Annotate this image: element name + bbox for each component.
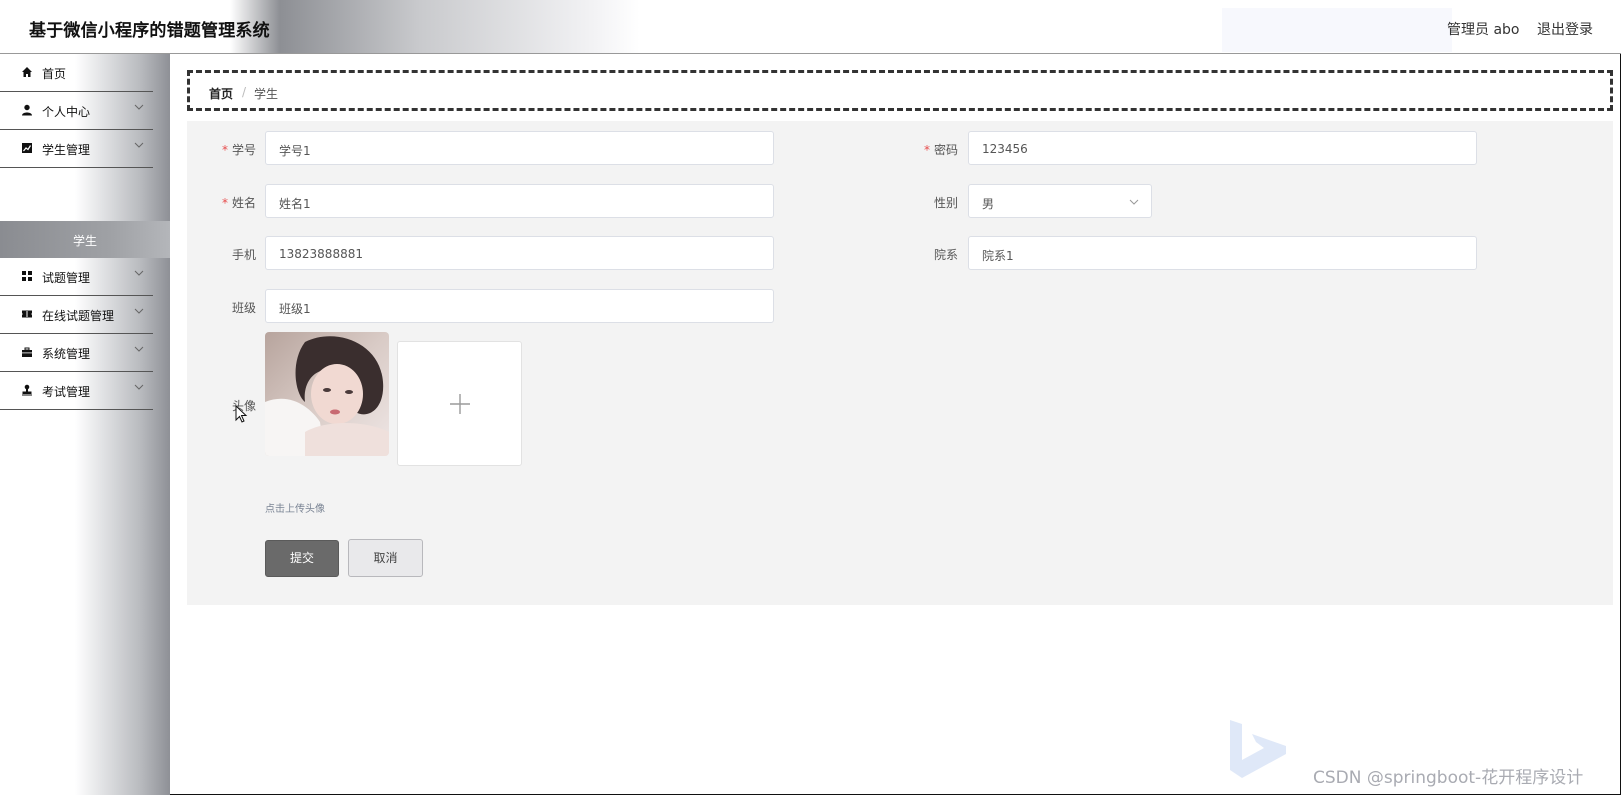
name-label: * 姓名 <box>221 196 256 210</box>
briefcase-icon <box>22 347 32 357</box>
ticket-icon <box>22 310 32 318</box>
sidebar-subitem-label: 学生 <box>73 234 98 248</box>
gender-select[interactable]: 男 <box>968 184 1152 218</box>
sidebar-item-personal-center[interactable]: 个人中心 <box>0 92 153 130</box>
avatar-upload-hint: 点击上传头像 <box>265 504 325 515</box>
sidebar-subitem-student[interactable]: 学生 <box>0 221 170 258</box>
student-no-label: * 学号 <box>221 143 256 157</box>
sidebar-item-label: 系统管理 <box>42 347 91 361</box>
chevron-down-icon <box>134 270 144 276</box>
chevron-down-icon <box>134 308 144 314</box>
header-blank-area <box>1222 8 1452 52</box>
chevron-down-icon <box>134 384 144 390</box>
top-header: 基于微信小程序的错题管理系统 管理员 abo 退出登录 <box>0 0 1621 54</box>
user-icon <box>22 104 32 116</box>
sidebar-item-label: 首页 <box>42 67 67 81</box>
department-input[interactable]: 院系1 <box>968 236 1477 270</box>
password-input[interactable]: 123456 <box>968 131 1477 165</box>
mouse-pointer-icon <box>235 405 248 423</box>
student-no-input[interactable]: 学号1 <box>265 131 774 165</box>
bing-logo-icon <box>1230 720 1286 778</box>
sidebar: 首页 个人中心 学生管理 学生 试题管理 在线试题管理 系统管理 考试管理 <box>0 54 170 795</box>
password-label: * 密码 <box>923 143 958 157</box>
sidebar-item-label: 试题管理 <box>42 271 91 285</box>
avatar-upload-button[interactable] <box>397 341 522 466</box>
required-mark: * <box>923 143 930 157</box>
stamp-icon <box>22 384 32 396</box>
sidebar-item-label: 个人中心 <box>42 105 91 119</box>
chevron-down-icon <box>134 104 144 110</box>
phone-label: 手机 <box>231 248 256 262</box>
breadcrumb-separator: / <box>242 85 247 99</box>
gender-label: 性别 <box>933 196 958 210</box>
department-label: 院系 <box>933 248 958 262</box>
csdn-watermark: CSDN @springboot-花开程序设计 <box>1313 768 1584 788</box>
sidebar-item-question-management[interactable]: 试题管理 <box>0 258 153 296</box>
phone-input[interactable]: 13823888881 <box>265 236 774 270</box>
sidebar-item-home[interactable]: 首页 <box>0 54 153 92</box>
class-input[interactable]: 班级1 <box>265 289 774 323</box>
sidebar-item-label: 在线试题管理 <box>42 309 115 323</box>
current-user-label: 管理员 abo <box>1447 22 1520 38</box>
breadcrumb: 首页 / 学生 <box>187 70 1613 111</box>
chevron-down-icon <box>134 346 144 352</box>
sidebar-item-label: 学生管理 <box>42 143 91 157</box>
name-input[interactable]: 姓名1 <box>265 184 774 218</box>
chart-icon <box>22 143 32 153</box>
gender-selected-value: 男 <box>982 197 995 211</box>
sidebar-item-online-question-management[interactable]: 在线试题管理 <box>0 296 153 334</box>
breadcrumb-current: 学生 <box>254 87 279 101</box>
class-label: 班级 <box>231 301 256 315</box>
app-title: 基于微信小程序的错题管理系统 <box>29 21 270 41</box>
sidebar-item-student-management[interactable]: 学生管理 <box>0 130 153 168</box>
chevron-down-icon <box>1129 199 1139 205</box>
required-mark: * <box>221 143 228 157</box>
plus-icon <box>450 394 470 414</box>
cancel-button[interactable]: 取消 <box>348 539 423 577</box>
breadcrumb-home-link[interactable]: 首页 <box>209 85 233 102</box>
avatar-photo <box>265 332 389 456</box>
submit-button[interactable]: 提交 <box>265 540 339 577</box>
home-icon <box>22 67 32 77</box>
chevron-down-icon <box>134 142 144 148</box>
sidebar-item-exam-management[interactable]: 考试管理 <box>0 372 153 410</box>
required-mark: * <box>221 196 228 210</box>
sidebar-item-system-management[interactable]: 系统管理 <box>0 334 153 372</box>
logout-link[interactable]: 退出登录 <box>1537 19 1593 39</box>
avatar-preview-image[interactable] <box>265 332 389 456</box>
sidebar-item-label: 考试管理 <box>42 385 91 399</box>
grid-icon <box>22 271 32 281</box>
